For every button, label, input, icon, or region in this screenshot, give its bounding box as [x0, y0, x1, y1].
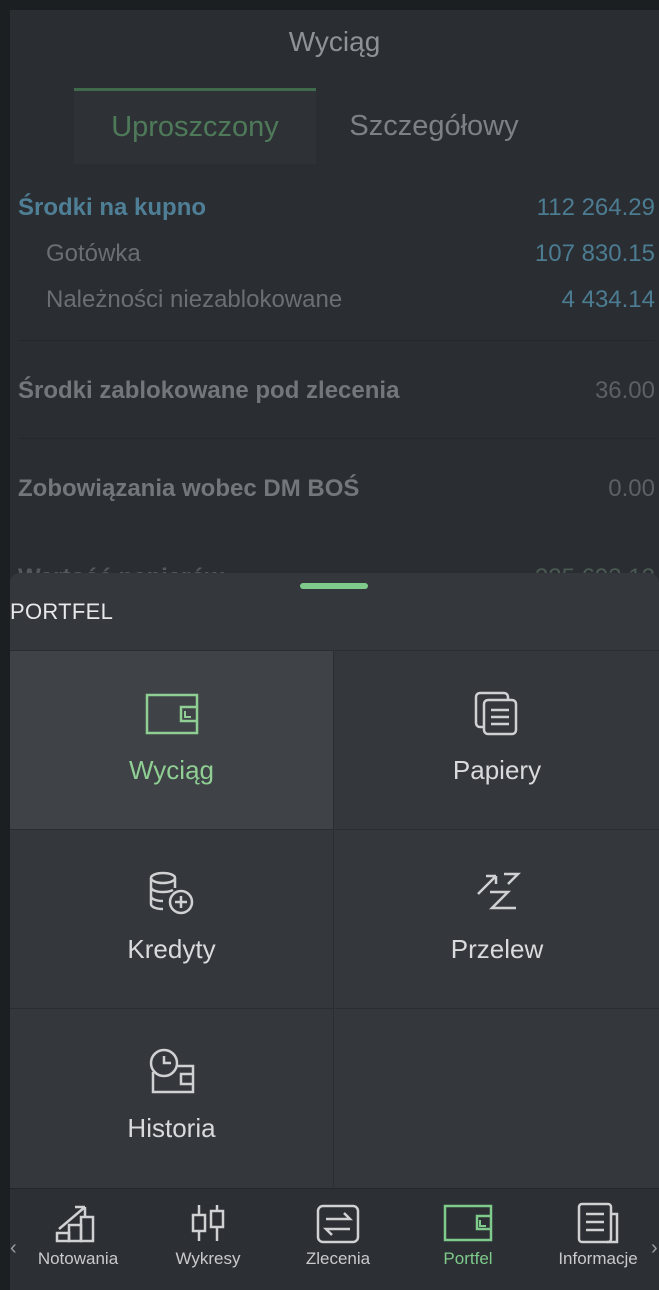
- tab-simple[interactable]: Uproszczony: [74, 88, 316, 164]
- tile-history[interactable]: Historia: [10, 1008, 334, 1187]
- row-value: 112 264.29: [536, 194, 655, 221]
- tile-credits[interactable]: Kredyty: [10, 829, 334, 1008]
- nav-label: Portfel: [443, 1249, 493, 1268]
- history-icon: [147, 1047, 197, 1097]
- row-receivables: Należności niezablokowane 4 434.14: [18, 278, 655, 322]
- exchange-icon: [316, 1199, 360, 1247]
- nav-item-news[interactable]: Informacje: [538, 1199, 658, 1269]
- nav-item-charts[interactable]: Wykresy: [148, 1199, 268, 1269]
- tile-empty: [335, 1008, 659, 1187]
- tab-detailed[interactable]: Szczegółowy: [316, 88, 552, 164]
- tile-securities[interactable]: Papiery: [335, 650, 659, 829]
- row-label: Środki na kupno: [18, 194, 207, 221]
- wallet-icon: [443, 1199, 493, 1247]
- chart-up-icon: [55, 1199, 101, 1247]
- nav-item-quotes[interactable]: Notowania: [18, 1199, 138, 1269]
- tile-label: Papiery: [452, 755, 542, 785]
- chevron-left-icon[interactable]: ‹: [10, 1237, 17, 1260]
- newspaper-icon: [577, 1199, 619, 1247]
- nav-item-portfolio[interactable]: Portfel: [408, 1199, 528, 1269]
- tile-label: Kredyty: [127, 934, 216, 964]
- row-value: 4 434.14: [561, 286, 655, 313]
- row-liabilities: Zobowiązania wobec DM BOŚ 0.00: [18, 467, 655, 511]
- divider: [18, 438, 655, 439]
- row-label: Zobowiązania wobec DM BOŚ: [18, 475, 360, 502]
- nav-label: Notowania: [37, 1249, 119, 1268]
- bottom-nav: ‹ Notowania Wykresy Zlecenia Portfel Inf…: [10, 1188, 659, 1290]
- candlestick-icon: [188, 1199, 228, 1247]
- nav-label: Informacje: [558, 1249, 638, 1268]
- sheet-title: PORTFEL: [10, 599, 114, 624]
- tile-transfer[interactable]: Przelew: [335, 829, 659, 1008]
- tile-label: Historia: [127, 1113, 216, 1143]
- nav-label: Zlecenia: [305, 1249, 371, 1268]
- row-cash: Gotówka 107 830.15: [18, 232, 655, 276]
- documents-icon: [474, 689, 520, 739]
- statement-screen: Wyciąg Uproszczony Szczegółowy Środki na…: [10, 10, 659, 610]
- chevron-right-icon[interactable]: ›: [651, 1237, 658, 1260]
- sheet-drag-handle[interactable]: [300, 583, 368, 589]
- row-label: Gotówka: [46, 240, 141, 267]
- row-label: Środki zablokowane pod zlecenia: [18, 377, 400, 404]
- coins-plus-icon: [147, 868, 197, 918]
- tile-label: Przelew: [450, 934, 544, 964]
- row-value: 0.00: [608, 475, 655, 502]
- nav-item-orders[interactable]: Zlecenia: [278, 1199, 398, 1269]
- row-value: 36.00: [594, 377, 655, 404]
- wallet-icon: [145, 689, 199, 739]
- divider: [18, 340, 655, 341]
- row-value: 107 830.15: [534, 240, 655, 267]
- portfolio-sheet: PORTFEL Wyciąg Papiery Kredyty Przelew H…: [10, 573, 659, 1290]
- row-blocked-funds: Środki zablokowane pod zlecenia 36.00: [18, 369, 655, 413]
- row-label: Należności niezablokowane: [46, 286, 343, 313]
- nav-label: Wykresy: [175, 1249, 241, 1268]
- statement-title: Wyciąg: [288, 26, 381, 57]
- tile-statement[interactable]: Wyciąg: [10, 650, 334, 829]
- row-funds-for-buy: Środki na kupno 112 264.29: [18, 186, 655, 230]
- tile-label: Wyciąg: [128, 755, 214, 785]
- transfer-icon: [472, 868, 522, 918]
